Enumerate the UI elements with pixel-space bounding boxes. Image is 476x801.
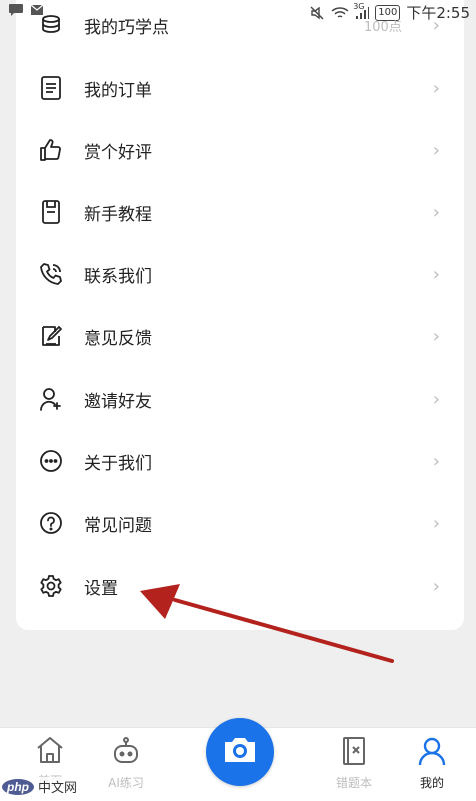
status-bar: 3G 100 下午2:55 (0, 0, 476, 24)
user-icon (417, 736, 447, 770)
menu-item-about[interactable]: 关于我们 › (16, 430, 464, 492)
points-value: 100点 (364, 20, 402, 35)
question-icon (38, 510, 64, 536)
nav-wrong-questions[interactable]: 错题本 (324, 736, 384, 791)
tutorial-icon (38, 199, 64, 225)
menu-item-orders[interactable]: 我的订单 › (16, 57, 464, 119)
menu-label: 常见问题 (84, 515, 152, 536)
php-logo: php (2, 778, 34, 795)
chevron-right-icon: › (432, 512, 440, 534)
chevron-right-icon: › (432, 77, 440, 99)
mail-icon (30, 4, 44, 16)
chevron-right-icon: › (432, 325, 440, 347)
phone-icon (38, 261, 64, 287)
nav-label: 错题本 (335, 776, 372, 790)
watermark-site: 中文网 (36, 777, 80, 796)
menu-item-tutorial[interactable]: 新手教程 › (16, 181, 464, 243)
menu-item-invite[interactable]: 邀请好友 › (16, 368, 464, 430)
menu-item-faq[interactable]: 常见问题 › (16, 492, 464, 554)
wrong-book-icon (340, 736, 368, 770)
menu-item-settings[interactable]: 设置 › (16, 555, 464, 617)
menu-label: 关于我们 (84, 453, 152, 474)
mute-icon (309, 5, 325, 21)
chevron-right-icon: › (432, 575, 440, 597)
camera-icon (222, 735, 258, 769)
menu-item-contact[interactable]: 联系我们 › (16, 243, 464, 305)
wifi-icon (331, 6, 349, 20)
camera-button[interactable] (206, 718, 274, 786)
nav-label: 我的 (419, 776, 444, 790)
thumbs-up-icon (38, 137, 64, 163)
chevron-right-icon: › (432, 201, 440, 223)
watermark: php 中文网 (2, 777, 80, 796)
menu-item-rate[interactable]: 赏个好评 › (16, 119, 464, 181)
order-icon (38, 75, 64, 101)
robot-icon (111, 736, 141, 770)
menu-card: 我的巧学点 › 我的订单 › 赏个好评 › 新手教程 › 联系我们 › 意见反馈 (16, 0, 464, 630)
network-type: 3G (353, 1, 365, 11)
status-left (8, 3, 44, 17)
menu-label: 邀请好友 (84, 391, 152, 412)
add-user-icon (38, 386, 64, 412)
menu-label: 赏个好评 (84, 142, 152, 163)
nav-ai-practice[interactable]: AI练习 (96, 736, 156, 791)
menu-label: 意见反馈 (84, 328, 152, 349)
nav-mine[interactable]: 我的 (402, 736, 462, 791)
chat-bubble-icon (8, 3, 24, 17)
clock: 下午2:55 (406, 4, 470, 22)
chevron-right-icon: › (432, 263, 440, 285)
chevron-right-icon: › (432, 139, 440, 161)
menu-label: 新手教程 (84, 204, 152, 225)
menu-item-feedback[interactable]: 意见反馈 › (16, 305, 464, 367)
chevron-right-icon: › (432, 388, 440, 410)
more-dots-icon (38, 448, 64, 474)
menu-label: 我的订单 (84, 80, 152, 101)
menu-label: 设置 (84, 578, 118, 599)
chevron-right-icon: › (432, 450, 440, 472)
gear-icon (38, 573, 64, 599)
home-icon (35, 736, 65, 768)
feedback-icon (38, 323, 64, 349)
nav-label: AI练习 (108, 776, 144, 790)
menu-label: 联系我们 (84, 266, 152, 287)
